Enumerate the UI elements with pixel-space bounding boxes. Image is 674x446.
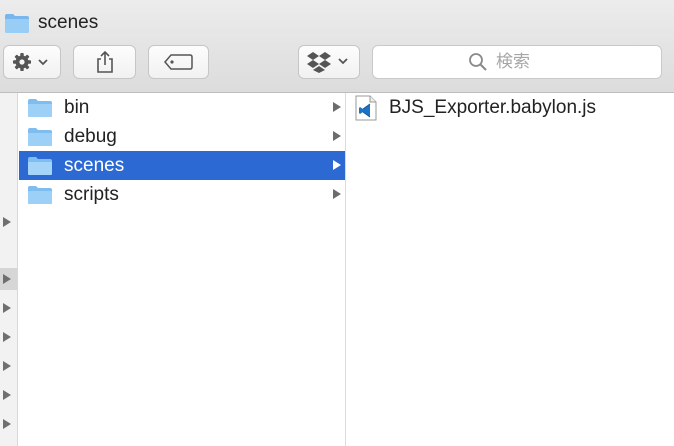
dropbox-button[interactable] [298,45,360,79]
disclosure-arrow-icon[interactable] [3,419,11,429]
folder-item-debug[interactable]: debug [19,122,345,151]
column-divider[interactable] [345,93,346,446]
search-field[interactable] [372,45,662,79]
share-button[interactable] [73,45,136,79]
window-title: scenes [38,12,99,33]
folder-icon [5,14,29,33]
folder-item-bin[interactable]: bin [19,93,345,122]
window-toolbar: scenes [0,0,674,93]
tag-icon [163,54,193,70]
folder-label: scripts [64,183,119,205]
previous-column-strip [0,93,18,446]
file-label: BJS_Exporter.babylon.js [389,97,597,118]
vscode-file-icon [355,95,377,121]
chevron-right-icon [333,102,341,112]
disclosure-arrow-icon[interactable] [3,217,11,227]
gear-icon [13,53,48,71]
window-title-bar: scenes [4,8,98,38]
disclosure-arrow-icon[interactable] [3,361,11,371]
disclosure-arrow-icon[interactable] [3,274,11,284]
disclosure-arrow-icon[interactable] [3,303,11,313]
folder-item-scenes[interactable]: scenes [19,151,345,180]
folder-label: scenes [64,154,125,176]
folder-label: debug [64,125,117,147]
disclosure-arrow-icon[interactable] [3,390,11,400]
disclosure-arrow-icon[interactable] [3,332,11,342]
folder-icon [28,185,52,204]
chevron-right-icon [333,189,341,199]
action-menu-button[interactable] [3,45,61,79]
folder-icon [28,98,52,117]
folder-item-scripts[interactable]: scripts [19,180,345,209]
search-icon [469,53,487,71]
chevron-right-icon [333,131,341,141]
chevron-right-icon [333,160,341,170]
file-item[interactable]: BJS_Exporter.babylon.js [355,93,596,123]
tags-button[interactable] [148,45,209,79]
folder-icon [28,156,52,175]
folder-icon [28,127,52,146]
folder-label: bin [64,96,90,118]
dropbox-icon [307,52,348,73]
search-input[interactable] [496,52,566,72]
share-icon [96,50,113,73]
